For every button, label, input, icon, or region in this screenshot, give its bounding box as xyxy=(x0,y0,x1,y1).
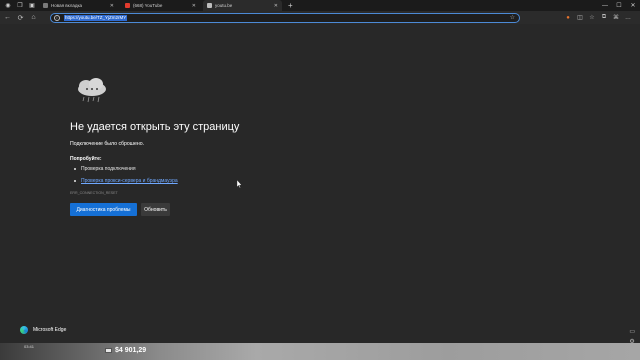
toolbar-icons: ● ◫ ☆ ⧉ ⌘ … xyxy=(562,11,634,24)
tab-label: youtu.be xyxy=(215,3,233,8)
error-code: ERR_CONNECTION_RESET xyxy=(70,191,118,195)
tab-bar: ◉ ❐ ▣ Новая вкладка ✕ (668) YouTube ✕ yo… xyxy=(0,0,640,11)
page-favicon-icon xyxy=(207,3,212,8)
youtube-favicon-icon xyxy=(125,3,130,8)
list-item: Проверка прокси-сервера и брандмауэра xyxy=(70,178,178,184)
close-window-icon[interactable]: ✕ xyxy=(626,0,640,11)
edge-brand-label: Microsoft Edge xyxy=(33,327,67,333)
tab-youtube[interactable]: (668) YouTube ✕ xyxy=(121,0,200,11)
site-info-icon[interactable]: i xyxy=(54,14,60,21)
workspaces-icon[interactable]: ❐ xyxy=(16,2,24,10)
diagnose-button[interactable]: Диагностика проблемы xyxy=(70,203,137,216)
balance-value: $4 901,29 xyxy=(115,347,147,354)
new-tab-favicon-icon xyxy=(43,3,48,8)
try-heading: Попробуйте: xyxy=(70,156,102,162)
edge-logo-icon xyxy=(20,326,28,334)
extension-icon[interactable]: ● xyxy=(562,15,574,21)
collections-icon[interactable]: ⧉ xyxy=(598,14,610,21)
new-tab-button[interactable]: + xyxy=(288,1,293,10)
tab-label: Новая вкладка xyxy=(51,3,83,8)
refresh-icon[interactable]: ⟳ xyxy=(15,12,26,23)
address-bar[interactable]: i https://youtu.be/TZ_YjZm2rMY ☆ xyxy=(50,12,520,23)
tab-label: (668) YouTube xyxy=(133,3,163,8)
close-icon[interactable]: ✕ xyxy=(192,3,196,9)
tab-new-tab[interactable]: Новая вкладка ✕ xyxy=(39,0,118,11)
error-cloud-icon xyxy=(78,78,106,103)
home-icon[interactable]: ⌂ xyxy=(28,12,39,23)
sidebar-toggle-icon[interactable]: ▭ xyxy=(629,328,635,335)
taskbar: 03:41 $4 901,29 xyxy=(0,343,640,360)
window-controls: — ☐ ✕ xyxy=(598,0,640,11)
back-icon[interactable]: ← xyxy=(2,12,13,23)
profile-icon[interactable]: ◉ xyxy=(4,2,12,10)
extensions-icon[interactable]: ⌘ xyxy=(610,14,622,21)
balance-widget[interactable]: $4 901,29 xyxy=(105,347,146,354)
tab-actions-icon[interactable]: ▣ xyxy=(28,2,36,10)
favorite-star-icon[interactable]: ☆ xyxy=(510,14,515,21)
error-message: Подключение было сброшено. xyxy=(70,141,145,147)
cash-icon xyxy=(105,348,112,353)
tab-youtu-be[interactable]: youtu.be ✕ xyxy=(203,0,282,11)
toolbar: ← ⟳ ⌂ i https://youtu.be/TZ_YjZm2rMY ☆ ●… xyxy=(0,11,640,24)
edge-brand: Microsoft Edge xyxy=(20,326,66,334)
mouse-cursor-icon xyxy=(237,180,242,188)
maximize-icon[interactable]: ☐ xyxy=(612,0,626,11)
proxy-firewall-link[interactable]: Проверка прокси-сервера и брандмауэра xyxy=(81,178,178,184)
minimize-icon[interactable]: — xyxy=(598,0,612,11)
page-title: Не удается открыть эту страницу xyxy=(70,121,240,133)
favorites-icon[interactable]: ☆ xyxy=(586,14,598,21)
close-icon[interactable]: ✕ xyxy=(110,3,114,9)
reload-button[interactable]: Обновить xyxy=(141,203,170,216)
split-screen-icon[interactable]: ◫ xyxy=(574,14,586,21)
list-item: Проверка подключения xyxy=(70,166,178,172)
suggestion-list: Проверка подключения Проверка прокси-сер… xyxy=(70,166,178,190)
taskbar-time: 03:41 xyxy=(24,344,35,349)
close-icon[interactable]: ✕ xyxy=(274,3,278,9)
more-menu-icon[interactable]: … xyxy=(622,15,634,21)
url-text[interactable]: https://youtu.be/TZ_YjZm2rMY xyxy=(64,14,128,21)
